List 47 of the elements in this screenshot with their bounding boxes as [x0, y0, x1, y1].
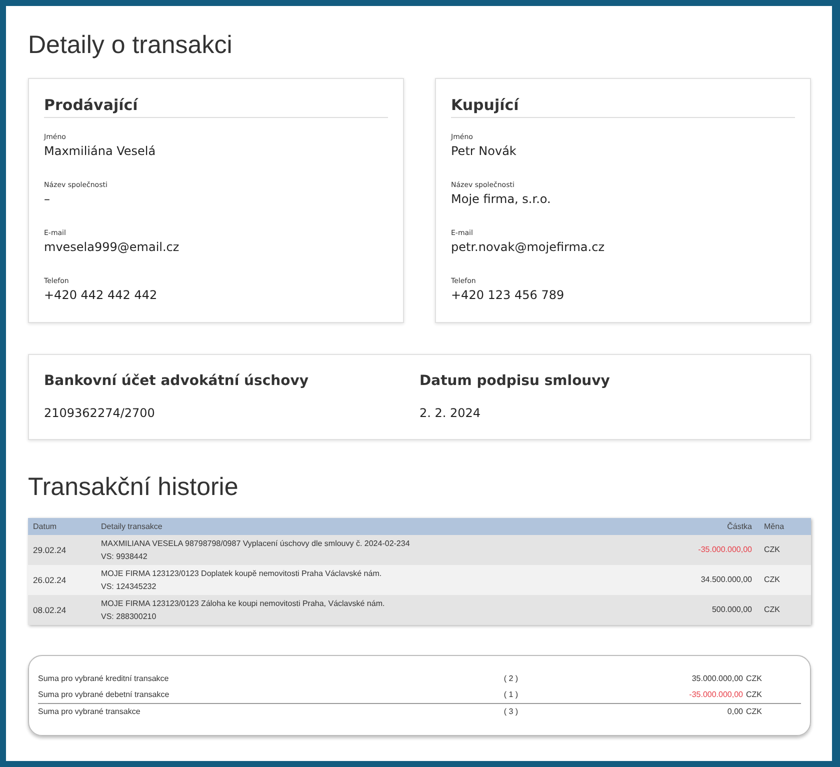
field-value: +420 123 456 789 — [451, 287, 566, 304]
summary-label: Suma pro vybrané transakce — [38, 706, 142, 718]
summary-count: ( 2 ) — [502, 673, 520, 685]
table-cell-text: CZK — [763, 544, 781, 556]
table-cell: 34.500.000,00 — [700, 575, 752, 584]
summary-label: Suma pro vybrané kreditní transakce — [38, 673, 170, 685]
column-header: Detaily transakce — [101, 520, 164, 532]
table-cell: 500.000,00 — [712, 605, 752, 614]
field-value: Moje firma, s.r.o. — [451, 191, 552, 208]
field-value: Maxmiliána Veselá — [44, 143, 157, 160]
column-header: Datum — [32, 520, 58, 532]
field-label: Bankovní účet advokátní úschovy — [44, 372, 308, 391]
field-value: Petr Novák — [451, 143, 518, 160]
summary-amount: 0,00 — [727, 706, 743, 716]
field-value: – — [44, 191, 51, 208]
table-cell-text: CZK — [763, 574, 781, 586]
summary-currency: CZK — [746, 689, 763, 701]
summary-count: ( 3 ) — [502, 706, 520, 718]
table-cell: -35.000.000,00 — [698, 545, 752, 554]
table-cell-text: 08.02.24 — [32, 604, 68, 616]
field-label: Datum podpisu smlouvy — [420, 372, 610, 391]
table-cell-text: MOJE FIRMA 123123/0123 Doplatek koupě nemovitosti Praha Václavské nám. — [101, 568, 383, 580]
table-cell-text: VS: 288300210 — [101, 611, 158, 623]
summary-currency: CZK — [746, 673, 763, 685]
summary-count: ( 1 ) — [502, 689, 520, 701]
summary-label: Suma pro vybrané debetní transakce — [38, 689, 170, 701]
table-cell-text: VS: 124345232 — [101, 581, 158, 593]
column-header: Částka — [726, 520, 753, 532]
page-title: Detaily o transakci — [28, 30, 234, 60]
table-cell-text: CZK — [763, 604, 781, 616]
summary-amount: -35.000.000,00 — [689, 690, 743, 699]
section-title: Transakční historie — [28, 472, 240, 502]
field-value: 2. 2. 2024 — [420, 405, 481, 421]
summary-amount: 35.000.000,00 — [692, 674, 743, 683]
table-cell-text: VS: 9938442 — [101, 551, 148, 563]
table-cell-text: MAXMILIANA VESELA 98798798/0987 Vyplacení úschovy dle smlouvy č. 2024-02-234 — [101, 538, 411, 550]
field-value: petr.novak@mojefirma.cz — [451, 239, 606, 256]
card-heading: Prodávající — [44, 95, 388, 118]
column-header: Měna — [763, 520, 786, 532]
table-cell-text: MOJE FIRMA 123123/0123 Záloha ke koupi nemovitosti Praha, Václavské nám. — [101, 598, 386, 610]
card-heading: Kupující — [451, 95, 795, 118]
field-value: mvesela999@email.cz — [44, 239, 180, 256]
field-value: 2109362274/2700 — [44, 405, 155, 421]
table-cell-text: 26.02.24 — [32, 574, 68, 586]
summary-currency: CZK — [746, 706, 763, 718]
table-cell-text: 29.02.24 — [32, 544, 68, 556]
field-value: +420 442 442 442 — [44, 287, 158, 304]
